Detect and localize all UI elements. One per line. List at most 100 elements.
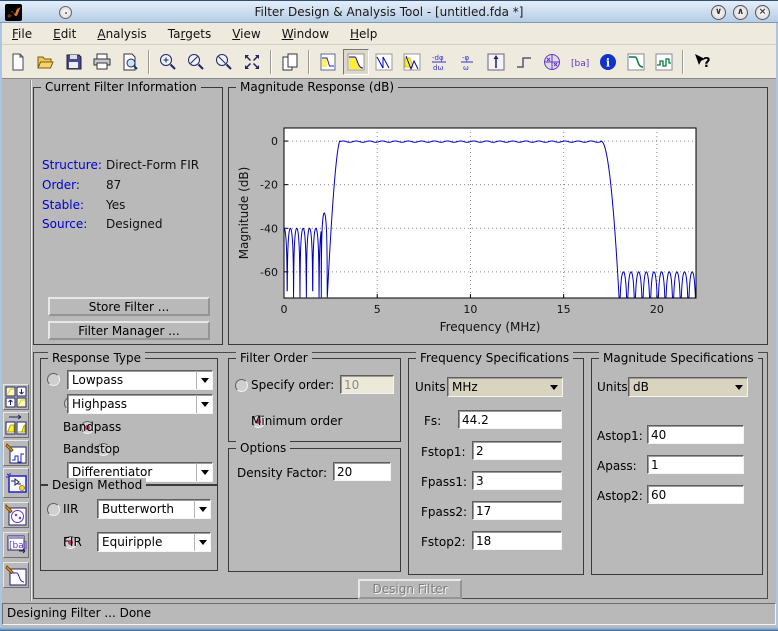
toolbar-full-view-button[interactable] [239,49,265,75]
structure-value: Direct-Form FIR [106,158,199,172]
fstop1-input[interactable] [472,441,562,460]
panel-title: Options [236,441,290,455]
mag-units-label: Units [597,380,628,394]
svg-text:[ba]: [ba] [9,541,27,551]
filter-manager-button[interactable]: Filter Manager ... [48,321,210,340]
sidebar-set-quantization-parameters-button[interactable] [3,440,29,466]
toolbar-help-button[interactable]: ? [689,49,715,75]
astop1-input[interactable] [647,425,744,444]
menu-edit[interactable]: Edit [43,24,87,44]
source-value: Designed [106,217,162,231]
toolbar-magnitude-and-phase-button[interactable] [399,49,425,75]
highpass-dropdown[interactable]: Highpass [67,394,213,414]
fdatool-window: Filter Design & Analysis Tool - [untitle… [0,0,778,631]
structure-label: Structure: [42,158,102,172]
group-delay-icon: -dφdω [430,52,450,72]
menu-help[interactable]: Help [340,24,388,44]
fpass1-input[interactable] [472,471,562,490]
freq-units-dropdown[interactable]: MHz [447,377,563,397]
window-menu-button[interactable] [59,6,72,19]
toolbar-print-button[interactable] [89,49,115,75]
fir-method-dropdown[interactable]: Equiripple [97,532,211,552]
astop2-label: Astop2: [597,489,643,503]
iir-method-dropdown[interactable]: Butterworth [97,499,211,519]
lowpass-dropdown[interactable]: Lowpass [67,370,213,390]
toolbar-print-to-figure-button[interactable] [277,49,303,75]
toolbar-open-button[interactable] [33,49,59,75]
sidebar-design-filter-button[interactable] [3,562,29,588]
stable-value: Yes [106,198,125,212]
svg-text:Magnitude (dB): Magnitude (dB) [237,167,251,260]
help-icon: ? [692,52,712,72]
svg-text:-40: -40 [260,222,278,235]
toolbar-save-button[interactable] [61,49,87,75]
chevron-down-icon [196,463,212,481]
toolbar-magnitude-response-estimate-button[interactable] [623,49,649,75]
toolbar-round-off-noise-power-button[interactable] [651,49,677,75]
title-bar[interactable]: Filter Design & Analysis Tool - [untitle… [0,0,778,23]
toolbar-impulse-response-button[interactable] [483,49,509,75]
sidebar-divider [30,80,32,601]
menu-window[interactable]: Window [272,24,340,44]
toolbar-new-button[interactable] [5,49,31,75]
fpass2-input[interactable] [472,501,562,520]
toolbar-step-response-button[interactable] [511,49,537,75]
apass-input[interactable] [647,455,744,474]
svg-text:ω: ω [463,64,469,72]
maximize-button[interactable]: ∧ [733,5,748,20]
iir-radio[interactable] [47,503,60,516]
menu-file[interactable]: File [2,24,43,44]
round-off-noise-power-icon [654,52,674,72]
chevron-down-icon [194,500,210,518]
toolbar-phase-response-button[interactable] [371,49,397,75]
panel-title: Filter Order [236,351,312,365]
sidebar-pole-zero-editor-button[interactable] [3,502,29,528]
options-panel: Options Density Factor: [228,448,401,572]
fstop2-input[interactable] [472,531,562,550]
toolbar-filter-coefficients-button[interactable]: [ba] [567,49,593,75]
toolbar-pole-zero-plot-button[interactable] [539,49,565,75]
fpass1-label: Fpass1: [421,475,467,489]
chevron-down-icon [196,395,212,413]
fs-input[interactable] [458,410,562,429]
menu-analysis[interactable]: Analysis [87,24,157,44]
svg-text:Frequency (MHz): Frequency (MHz) [440,320,541,334]
toolbar-magnitude-response-button[interactable] [343,49,369,75]
sidebar-import-filter-button[interactable]: [ba] [3,532,29,558]
magnitude-response-icon [346,52,366,72]
toolbar-group-delay-button[interactable]: -dφdω [427,49,453,75]
menu-targets[interactable]: Targets [158,24,222,44]
new-icon [8,52,28,72]
print-preview-icon [120,52,140,72]
density-factor-input[interactable] [333,462,391,481]
pole-zero-editor-icon [5,504,27,526]
toolbar-filter-information-button[interactable]: i [595,49,621,75]
svg-text:i: i [606,56,610,69]
sidebar-realize-model-button[interactable] [3,468,29,498]
design-filter-button[interactable]: Design Filter [358,579,462,599]
store-filter-button[interactable]: Store Filter ... [48,297,210,316]
fir-label: FIR [63,535,82,549]
close-button[interactable]: × [755,5,770,20]
toolbar-filter-specifications-button[interactable] [315,49,341,75]
astop2-input[interactable] [647,485,744,504]
specify-order-radio[interactable] [235,379,248,392]
specify-order-input[interactable] [340,375,394,394]
density-factor-label: Density Factor: [237,466,327,480]
phase-response-icon [374,52,394,72]
toolbar-print-preview-button[interactable] [117,49,143,75]
toolbar-zoom-in-button[interactable] [155,49,181,75]
lowpass-radio[interactable] [47,373,60,386]
chevron-down-icon [196,371,212,389]
mag-units-dropdown[interactable]: dB [628,377,748,397]
zoom-x-icon [186,52,206,72]
panel-title: Current Filter Information [41,80,201,94]
toolbar-zoom-y-button[interactable] [211,49,237,75]
menu-view[interactable]: View [222,24,271,44]
sidebar-transform-filter-button[interactable] [3,412,29,438]
shade-button[interactable]: ∨ [711,5,726,20]
toolbar-phase-delay-button[interactable]: -φω [455,49,481,75]
minimum-order-label: Minimum order [251,414,342,428]
sidebar-multirate-filter-button[interactable] [3,384,29,410]
toolbar-zoom-x-button[interactable] [183,49,209,75]
